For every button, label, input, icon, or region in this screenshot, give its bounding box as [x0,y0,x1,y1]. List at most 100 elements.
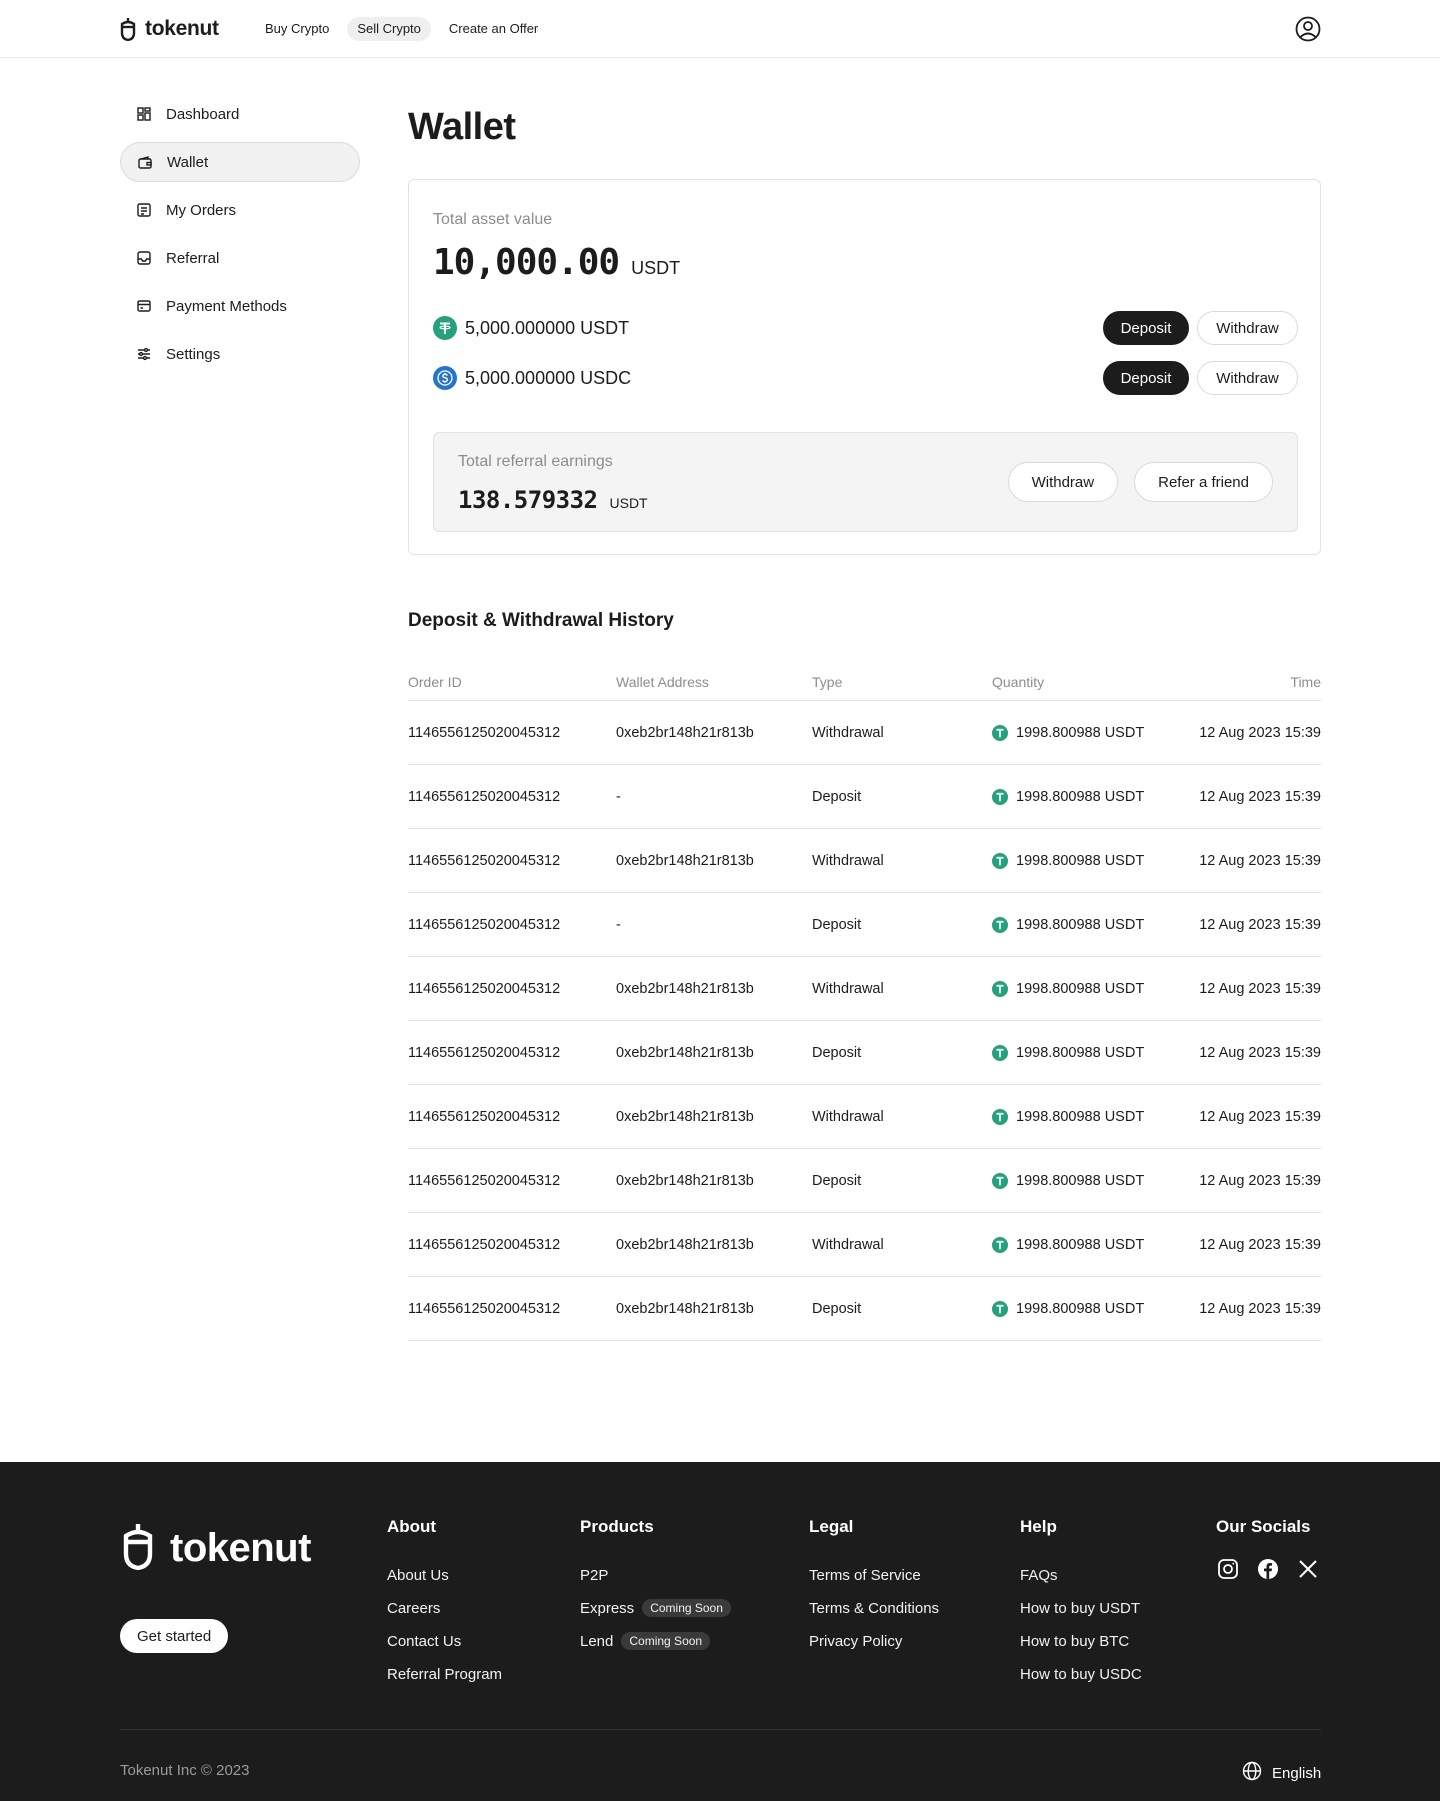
footer: tokenut Get started About About Us Caree… [0,1462,1440,1801]
table-row[interactable]: 1146556125020045312 - Deposit 1998.800988 U… [408,765,1321,829]
wallet-address-cell: 0xeb2br148h21r813b [616,724,754,741]
instagram-icon[interactable] [1216,1557,1240,1581]
orders-icon [136,202,152,218]
tether-icon [992,1172,1008,1189]
wallet-address-cell: 0xeb2br148h21r813b [616,1236,754,1253]
type-cell: Withdrawal [812,1108,884,1125]
footer-link-about-us[interactable]: About Us [387,1558,502,1592]
tether-icon [992,852,1008,869]
usdt-actions: Deposit Withdraw [1103,311,1298,345]
table-row[interactable]: 1146556125020045312 0xeb2br148h21r813b Dep… [408,1021,1321,1085]
tether-icon [992,1044,1008,1061]
sidebar-item-label: Referral [166,249,220,267]
wallet-address-cell: - [616,916,621,933]
sidebar-item-dashboard[interactable]: Dashboard [120,94,360,134]
deposit-usdc-button[interactable]: Deposit [1103,361,1189,395]
user-circle-icon[interactable] [1295,16,1321,42]
referral-earnings-amount: 138.579332 [458,486,598,514]
quantity-cell: 1998.800988 USDT [992,1172,1182,1189]
sidebar-item-payment-methods[interactable]: Payment Methods [120,286,360,326]
table-row[interactable]: 1146556125020045312 0xeb2br148h21r813b Wit… [408,701,1321,765]
wallet-summary-card: Total asset value 10,000.00 USDT 5,000.0… [408,179,1321,555]
sidebar-item-settings[interactable]: Settings [120,334,360,374]
order-id-cell: 1146556125020045312 [408,1172,561,1189]
tether-icon [992,1108,1008,1125]
quantity-cell: 1998.800988 USDT [992,916,1182,933]
withdraw-usdc-button[interactable]: Withdraw [1197,361,1298,395]
wallet-address-cell: 0xeb2br148h21r813b [616,1108,754,1125]
nav-create-offer[interactable]: Create an Offer [439,17,548,41]
column-header-wallet-address: Wallet Address [616,673,709,690]
footer-link-buy-usdc[interactable]: How to buy USDC [1020,1657,1142,1691]
order-id-cell: 1146556125020045312 [408,1044,561,1061]
deposit-usdt-button[interactable]: Deposit [1103,311,1189,345]
type-cell: Deposit [812,1172,862,1189]
quantity-cell: 1998.800988 USDT [992,1108,1182,1125]
footer-link-buy-usdt[interactable]: How to buy USDT [1020,1591,1142,1625]
footer-link-contact-us[interactable]: Contact Us [387,1624,502,1658]
table-row[interactable]: 1146556125020045312 0xeb2br148h21r813b Wit… [408,1085,1321,1149]
sidebar-item-label: Wallet [167,153,209,171]
type-cell: Withdrawal [812,1236,884,1253]
footer-link-lend[interactable]: Lend Coming Soon [580,1624,731,1658]
order-id-cell: 1146556125020045312 [408,1300,561,1317]
footer-brand-logo[interactable]: tokenut [120,1522,311,1575]
table-row[interactable]: 1146556125020045312 0xeb2br148h21r813b Wit… [408,829,1321,893]
order-id-cell: 1146556125020045312 [408,788,561,805]
wallet-address-cell: 0xeb2br148h21r813b [616,1300,754,1317]
quantity-cell: 1998.800988 USDT [992,1300,1182,1317]
nav-sell-crypto[interactable]: Sell Crypto [347,17,431,41]
footer-column-products: Products P2P Express Coming Soon Lend Co… [580,1517,731,1658]
footer-link-careers[interactable]: Careers [387,1591,502,1625]
table-row[interactable]: 1146556125020045312 0xeb2br148h21r813b Wit… [408,1213,1321,1277]
history-table: Order ID Wallet Address Type Quantity Ti… [408,663,1321,1341]
type-cell: Deposit [812,1044,862,1061]
brand-logo[interactable]: tokenut [119,16,219,42]
footer-link-faqs[interactable]: FAQs [1020,1558,1142,1592]
footer-link-privacy-policy[interactable]: Privacy Policy [809,1624,939,1658]
facebook-icon[interactable] [1256,1557,1280,1581]
type-cell: Deposit [812,916,862,933]
quantity-value: 1998.800988 USDT [1016,916,1145,933]
footer-link-buy-btc[interactable]: How to buy BTC [1020,1624,1142,1658]
table-row[interactable]: 1146556125020045312 0xeb2br148h21r813b Dep… [408,1149,1321,1213]
refer-friend-button[interactable]: Refer a friend [1134,462,1273,502]
column-header-time: Time [1290,673,1321,690]
get-started-button[interactable]: Get started [120,1619,229,1653]
quantity-cell: 1998.800988 USDT [992,852,1182,869]
sidebar-item-referral[interactable]: Referral [120,238,360,278]
credit-card-icon [136,298,152,314]
quantity-value: 1998.800988 USDT [1016,1236,1145,1253]
quantity-value: 1998.800988 USDT [1016,1172,1145,1189]
footer-link-terms-conditions[interactable]: Terms & Conditions [809,1591,939,1625]
sliders-icon [136,346,152,362]
footer-column-about: About About Us Careers Contact Us Referr… [387,1517,502,1691]
quantity-value: 1998.800988 USDT [1016,724,1145,741]
sidebar-item-wallet[interactable]: Wallet [120,142,360,182]
withdraw-referral-button[interactable]: Withdraw [1007,462,1119,502]
usdc-actions: Deposit Withdraw [1103,361,1298,395]
referral-earnings-value: 138.579332 USDT [458,486,648,514]
x-icon[interactable] [1296,1557,1320,1581]
acorn-logo-icon [120,1522,156,1575]
footer-link-terms-of-service[interactable]: Terms of Service [809,1558,939,1592]
footer-link-p2p[interactable]: P2P [580,1558,731,1592]
footer-link-referral-program[interactable]: Referral Program [387,1657,502,1691]
globe-icon [1242,1761,1262,1785]
table-row[interactable]: 1146556125020045312 - Deposit 1998.800988 U… [408,893,1321,957]
footer-brand-name: tokenut [170,1526,311,1570]
time-cell: 12 Aug 2023 15:39 [1199,1300,1321,1317]
table-row[interactable]: 1146556125020045312 0xeb2br148h21r813b Wit… [408,957,1321,1021]
sidebar-item-my-orders[interactable]: My Orders [120,190,360,230]
column-header-quantity: Quantity [992,673,1045,690]
tether-icon [992,724,1008,741]
quantity-value: 1998.800988 USDT [1016,1044,1145,1061]
tether-icon [433,316,457,340]
footer-link-express[interactable]: Express Coming Soon [580,1591,731,1625]
language-selector[interactable]: English [1242,1761,1321,1785]
time-cell: 12 Aug 2023 15:39 [1199,724,1321,741]
table-row[interactable]: 1146556125020045312 0xeb2br148h21r813b Dep… [408,1277,1321,1341]
nav-buy-crypto[interactable]: Buy Crypto [255,17,339,41]
wallet-address-cell: 0xeb2br148h21r813b [616,980,754,997]
withdraw-usdt-button[interactable]: Withdraw [1197,311,1298,345]
